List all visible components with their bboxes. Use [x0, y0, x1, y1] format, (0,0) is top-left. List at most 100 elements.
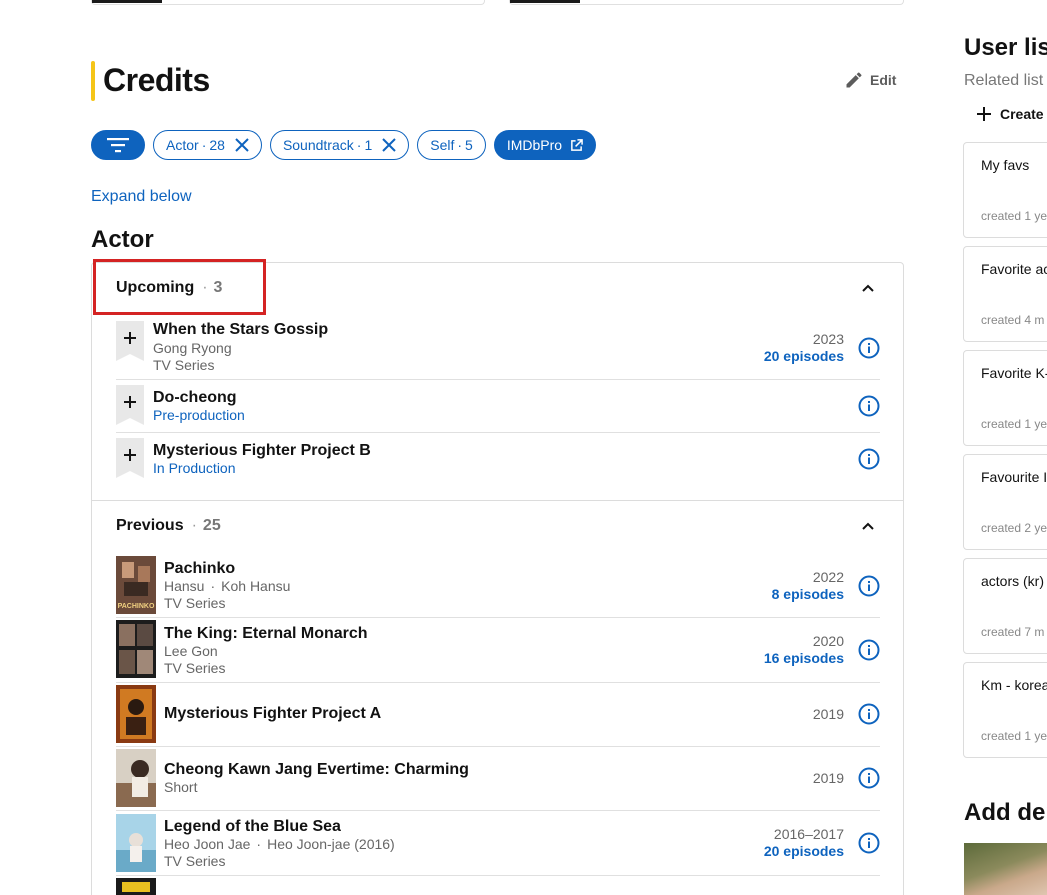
- credit-year: 2019: [812, 706, 844, 722]
- list-created: created 1 ye: [981, 209, 1047, 223]
- list-item[interactable]: Mysterious Fighter Project A 2019: [116, 683, 880, 746]
- credit-role: Lee Gon: [164, 643, 218, 659]
- create-list-button[interactable]: Create: [976, 106, 1044, 122]
- chip-soundtrack-count: 1: [364, 137, 373, 153]
- user-list-card[interactable]: Km - korea created 1 ye: [963, 662, 1047, 758]
- credit-episodes[interactable]: 20 episodes: [764, 843, 844, 859]
- credit-episodes[interactable]: 20 episodes: [764, 348, 844, 364]
- chip-imdbpro-label: IMDbPro: [506, 137, 563, 153]
- credit-role: Hansu · Koh Hansu: [164, 578, 291, 594]
- credit-title[interactable]: Cheong Kawn Jang Evertime: Charming: [164, 761, 469, 779]
- credit-type: TV Series: [164, 853, 226, 869]
- poster-image[interactable]: [116, 620, 156, 678]
- user-list-card[interactable]: Favorite K- created 1 ye: [963, 350, 1047, 446]
- info-icon[interactable]: [858, 639, 880, 661]
- add-watchlist-icon[interactable]: [116, 438, 144, 478]
- user-list-card[interactable]: Favorite ac created 4 m: [963, 246, 1047, 342]
- credit-title[interactable]: Mysterious Fighter Project B: [153, 442, 371, 460]
- credit-year: 2019: [812, 770, 844, 786]
- user-list-card[interactable]: My favs created 1 ye: [963, 142, 1047, 238]
- chip-actor[interactable]: Actor · 28: [153, 130, 262, 160]
- chevron-up-icon[interactable]: [860, 280, 876, 296]
- list-item[interactable]: Mysterious Fighter Project B In Producti…: [116, 433, 880, 489]
- credit-year: 2016–2017: [773, 826, 844, 842]
- edit-button[interactable]: Edit: [844, 70, 896, 90]
- page-title: Credits: [103, 62, 210, 98]
- credit-episodes[interactable]: 16 episodes: [764, 650, 844, 666]
- chip-actor-count: 28: [209, 137, 225, 153]
- list-item[interactable]: PACHINKO Pachinko Hansu · Koh Hansu TV Ser…: [116, 555, 880, 617]
- close-icon[interactable]: [235, 138, 249, 152]
- credit-type: Short: [164, 779, 198, 795]
- list-item[interactable]: [116, 876, 880, 895]
- list-item[interactable]: The King: Eternal Monarch Lee Gon TV Ser…: [116, 618, 880, 682]
- poster-image[interactable]: [116, 685, 156, 743]
- create-label: Create: [1000, 106, 1044, 122]
- filter-button[interactable]: [91, 130, 145, 160]
- section-accent-bar: [91, 61, 95, 101]
- credit-title[interactable]: Mysterious Fighter Project A: [164, 705, 381, 723]
- list-name: Favorite ac: [981, 261, 1047, 277]
- pencil-icon: [846, 72, 862, 88]
- poster-image[interactable]: [116, 878, 156, 895]
- credit-title[interactable]: Pachinko: [164, 560, 235, 578]
- list-item[interactable]: Do-cheong Pre-production: [116, 380, 880, 432]
- poster-image[interactable]: [116, 749, 156, 807]
- chip-self-count: 5: [465, 137, 473, 153]
- credit-year: 2020: [812, 633, 844, 649]
- top-card-left[interactable]: [91, 0, 485, 5]
- close-icon[interactable]: [382, 138, 396, 152]
- add-demographic-title: Add der: [964, 799, 1047, 826]
- profile-photo[interactable]: [964, 843, 1047, 895]
- add-watchlist-icon[interactable]: [116, 321, 144, 361]
- list-item[interactable]: Cheong Kawn Jang Evertime: Charming Shor…: [116, 747, 880, 810]
- poster-image[interactable]: PACHINKO: [116, 556, 156, 614]
- credit-title[interactable]: Legend of the Blue Sea: [164, 818, 341, 836]
- user-list-card[interactable]: actors (kr) created 7 m: [963, 558, 1047, 654]
- filter-icon: [107, 138, 129, 153]
- chip-actor-label: Actor: [166, 137, 199, 153]
- info-icon[interactable]: [858, 767, 880, 789]
- group-header-previous[interactable]: Previous · 25: [116, 517, 221, 535]
- top-card-thumb: [92, 0, 162, 3]
- info-icon[interactable]: [858, 575, 880, 597]
- list-name: Favourite I: [981, 469, 1047, 485]
- chevron-up-icon[interactable]: [860, 518, 876, 534]
- credit-type: TV Series: [164, 660, 226, 676]
- user-list-card[interactable]: Favourite I created 2 ye: [963, 454, 1047, 550]
- list-created: created 4 m: [981, 313, 1045, 327]
- chip-soundtrack-label: Soundtrack: [282, 137, 354, 153]
- poster-image[interactable]: [116, 814, 156, 872]
- user-lists-title: User list: [964, 34, 1047, 61]
- group-count: 25: [202, 517, 221, 534]
- info-icon[interactable]: [858, 337, 880, 359]
- credit-status: Pre-production: [153, 407, 245, 423]
- list-name: Favorite K-: [981, 365, 1047, 381]
- add-watchlist-icon[interactable]: [116, 385, 144, 425]
- expand-below-link[interactable]: Expand below: [91, 188, 192, 206]
- credit-role: Gong Ryong: [153, 340, 232, 356]
- chip-imdbpro[interactable]: IMDbPro: [493, 130, 597, 160]
- list-created: created 2 ye: [981, 521, 1047, 535]
- plus-icon: [977, 107, 991, 121]
- list-item[interactable]: When the Stars Gossip Gong Ryong TV Seri…: [116, 319, 880, 379]
- credit-episodes[interactable]: 8 episodes: [772, 586, 844, 602]
- credit-title[interactable]: When the Stars Gossip: [153, 321, 328, 339]
- info-icon[interactable]: [858, 448, 880, 470]
- credit-title[interactable]: The King: Eternal Monarch: [164, 625, 368, 643]
- list-created: created 7 m: [981, 625, 1045, 639]
- top-card-right[interactable]: [509, 0, 904, 5]
- chip-soundtrack[interactable]: Soundtrack · 1: [269, 130, 410, 160]
- chip-self[interactable]: Self · 5: [417, 130, 486, 160]
- credit-year: 2022: [812, 569, 844, 585]
- group-label: Previous: [116, 517, 184, 534]
- filter-chips: Actor · 28 Soundtrack · 1 Self · 5 IMDbPro: [91, 130, 597, 160]
- info-icon[interactable]: [858, 832, 880, 854]
- info-icon[interactable]: [858, 395, 880, 417]
- list-item[interactable]: Legend of the Blue Sea Heo Joon Jae · Heo …: [116, 811, 880, 875]
- info-icon[interactable]: [858, 703, 880, 725]
- list-name: actors (kr): [981, 573, 1044, 589]
- credit-title[interactable]: Do-cheong: [153, 389, 237, 407]
- top-card-thumb: [510, 0, 580, 3]
- list-name: Km - korea: [981, 677, 1047, 693]
